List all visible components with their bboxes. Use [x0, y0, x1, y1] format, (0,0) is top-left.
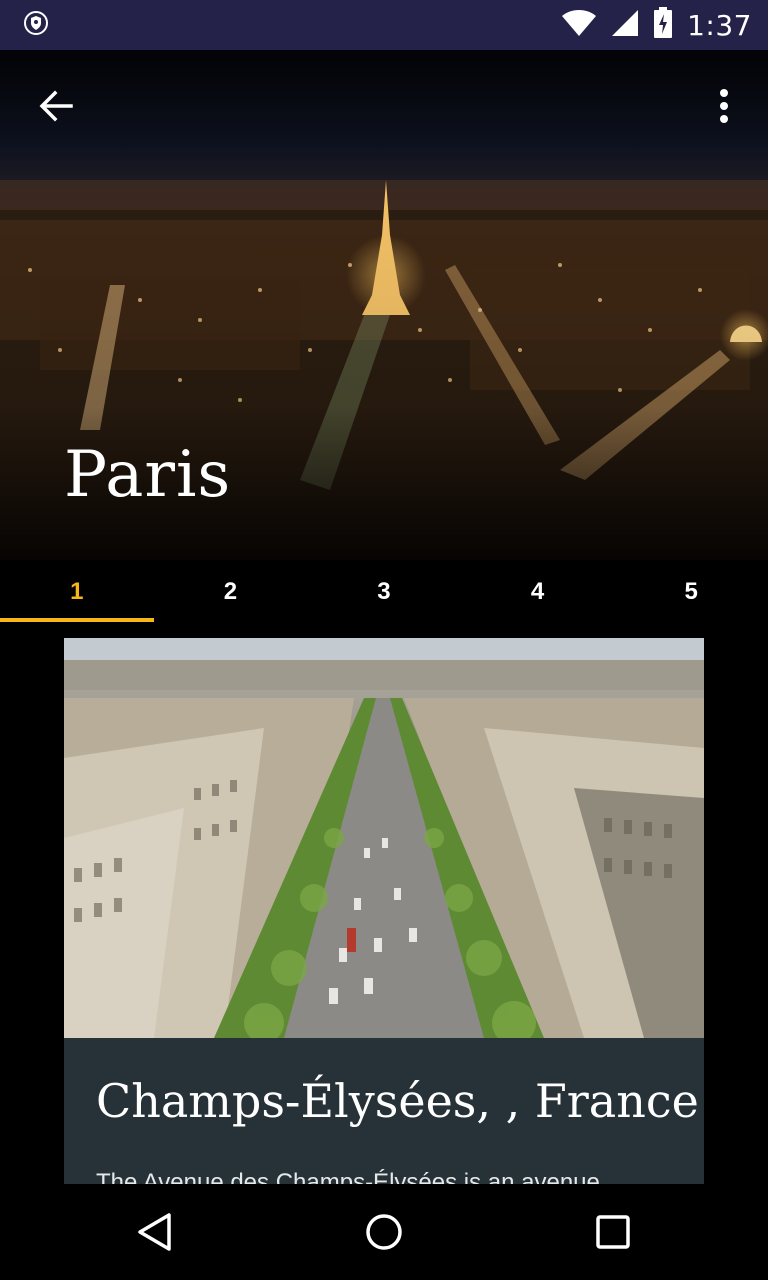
battery-charging-icon: [653, 6, 673, 44]
vpn-shield-icon: [24, 10, 48, 41]
page-title: Paris: [64, 438, 232, 512]
overflow-menu-button[interactable]: [704, 84, 744, 128]
hero-header: Paris: [0, 50, 768, 560]
nav-recents-button[interactable]: [573, 1192, 653, 1272]
tab-3[interactable]: 3: [307, 560, 461, 624]
tab-bar: 1 2 3 4 5: [0, 560, 768, 624]
status-bar: 1:37: [0, 0, 768, 50]
nav-back-button[interactable]: [115, 1192, 195, 1272]
tab-2[interactable]: 2: [154, 560, 308, 624]
home-circle-icon: [366, 1214, 402, 1250]
back-button[interactable]: [34, 84, 78, 128]
wifi-icon: [561, 9, 597, 42]
status-time: 1:37: [687, 8, 752, 42]
tab-4[interactable]: 4: [461, 560, 615, 624]
tab-5[interactable]: 5: [614, 560, 768, 624]
cell-signal-icon: [611, 9, 639, 42]
card-title: Champs-Élysées, , France: [96, 1074, 699, 1128]
recents-square-icon: [596, 1215, 631, 1249]
champs-elysees-photo: [64, 638, 704, 1038]
system-nav-bar: [0, 1184, 768, 1280]
back-triangle-icon: [137, 1213, 171, 1251]
place-card[interactable]: Champs-Élysées, , France The Avenue des …: [64, 638, 704, 1184]
card-description: The Avenue des Champs-Élysées is an aven…: [96, 1169, 600, 1184]
more-vert-icon: [720, 89, 728, 123]
arrow-back-icon: [39, 90, 73, 122]
nav-home-button[interactable]: [344, 1192, 424, 1272]
tab-1[interactable]: 1: [0, 560, 154, 624]
